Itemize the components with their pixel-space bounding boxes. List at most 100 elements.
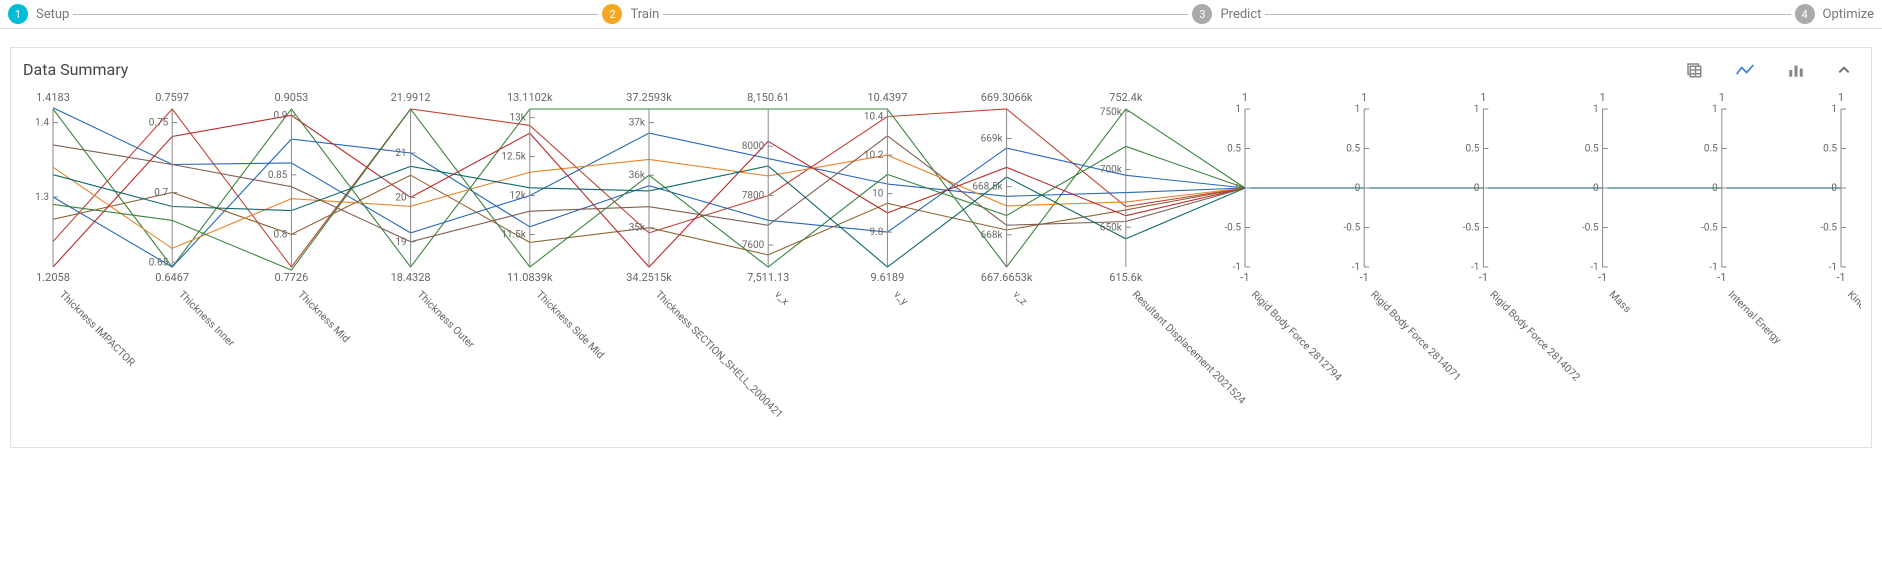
svg-text:667.6653k: 667.6653k xyxy=(981,271,1033,284)
svg-text:21: 21 xyxy=(395,148,406,159)
svg-text:700k: 700k xyxy=(1100,165,1123,176)
svg-text:0: 0 xyxy=(1831,183,1837,194)
svg-text:0.85: 0.85 xyxy=(268,170,288,181)
svg-text:0.5: 0.5 xyxy=(1823,144,1837,155)
svg-text:37.2593k: 37.2593k xyxy=(626,91,672,104)
svg-text:36k: 36k xyxy=(629,170,646,181)
axis-label: v_x xyxy=(772,288,792,308)
svg-text:0.7597: 0.7597 xyxy=(155,91,189,104)
svg-text:-1: -1 xyxy=(1598,271,1607,284)
svg-text:9.6189: 9.6189 xyxy=(870,271,904,284)
step-setup-label: Setup xyxy=(36,7,69,22)
svg-text:34.2515k: 34.2515k xyxy=(626,271,672,284)
svg-text:0.65: 0.65 xyxy=(149,257,169,268)
axis-label: Thickness IMPACTOR xyxy=(57,288,138,369)
svg-text:0.5: 0.5 xyxy=(1704,144,1718,155)
axis-label: Rigid Body Force 2814072 xyxy=(1487,288,1583,384)
svg-text:7,511.13: 7,511.13 xyxy=(747,271,789,284)
stepper-line xyxy=(1265,14,1790,15)
svg-text:0.5: 0.5 xyxy=(1227,144,1241,155)
axis-label: Resultant Displacement 2021524 xyxy=(1130,288,1249,407)
svg-text:669k: 669k xyxy=(981,134,1004,145)
step-setup[interactable]: 1 Setup xyxy=(8,4,69,24)
svg-text:-1: -1 xyxy=(1233,262,1241,273)
svg-text:-1: -1 xyxy=(1709,262,1717,273)
svg-text:8,150.61: 8,150.61 xyxy=(747,91,789,104)
svg-text:1: 1 xyxy=(1355,104,1361,115)
svg-text:-1: -1 xyxy=(1717,271,1726,284)
axis-label: Thickness Outer xyxy=(414,288,477,351)
panel-title: Data Summary xyxy=(23,60,128,79)
svg-text:13k: 13k xyxy=(509,113,526,124)
parallel-coordinates-chart[interactable]: 1.41831.20581.41.3Thickness IMPACTOR0.75… xyxy=(23,87,1859,447)
svg-text:-1: -1 xyxy=(1471,262,1479,273)
svg-text:8000: 8000 xyxy=(742,141,765,152)
step-predict[interactable]: 3 Predict xyxy=(1192,4,1261,24)
workflow-stepper: 1 Setup 2 Train 3 Predict 4 Optimize xyxy=(0,0,1882,29)
svg-text:10: 10 xyxy=(872,189,884,200)
svg-text:-1: -1 xyxy=(1352,262,1360,273)
svg-text:1.4: 1.4 xyxy=(35,118,49,129)
svg-text:12k: 12k xyxy=(509,191,526,202)
svg-text:21.9912: 21.9912 xyxy=(391,91,431,104)
svg-text:19: 19 xyxy=(395,237,406,248)
svg-text:0: 0 xyxy=(1235,183,1241,194)
svg-text:0.5: 0.5 xyxy=(1466,144,1480,155)
svg-text:-1: -1 xyxy=(1240,271,1249,284)
step-train[interactable]: 2 Train xyxy=(602,4,659,24)
stepper-line xyxy=(663,14,1188,15)
svg-text:10.4397: 10.4397 xyxy=(867,91,907,104)
svg-text:-0.5: -0.5 xyxy=(1582,223,1599,234)
svg-text:0: 0 xyxy=(1474,183,1480,194)
svg-text:7600: 7600 xyxy=(742,240,765,251)
svg-text:20: 20 xyxy=(395,192,407,203)
table-icon[interactable] xyxy=(1685,61,1703,79)
svg-text:1: 1 xyxy=(1361,91,1367,104)
svg-text:10.2: 10.2 xyxy=(864,150,884,161)
step-optimize-badge: 4 xyxy=(1795,4,1815,24)
svg-text:-0.5: -0.5 xyxy=(1701,223,1718,234)
step-train-label: Train xyxy=(630,7,659,22)
svg-text:1: 1 xyxy=(1719,91,1725,104)
axis-label: Kinetic Energy xyxy=(1845,288,1861,344)
step-optimize[interactable]: 4 Optimize xyxy=(1795,4,1874,24)
svg-text:10.4: 10.4 xyxy=(864,112,884,123)
svg-text:1: 1 xyxy=(1474,104,1480,115)
svg-text:-0.5: -0.5 xyxy=(1463,223,1480,234)
step-predict-badge: 3 xyxy=(1192,4,1212,24)
svg-text:0.5: 0.5 xyxy=(1585,144,1599,155)
svg-text:0.5: 0.5 xyxy=(1346,144,1360,155)
axis-label: Thickness Side Mid xyxy=(534,288,607,361)
svg-text:7800: 7800 xyxy=(742,191,765,202)
axis-label: Rigid Body Force 2814071 xyxy=(1368,288,1464,384)
line-chart-icon[interactable] xyxy=(1735,61,1755,79)
axis-label: Internal Energy xyxy=(1726,288,1784,346)
svg-text:0: 0 xyxy=(1712,183,1718,194)
svg-text:18.4328: 18.4328 xyxy=(391,271,431,284)
bar-chart-icon[interactable] xyxy=(1787,61,1805,79)
svg-text:1.3: 1.3 xyxy=(35,192,49,203)
collapse-icon[interactable] xyxy=(1837,63,1851,77)
svg-text:0.9: 0.9 xyxy=(274,110,288,121)
svg-text:12.5k: 12.5k xyxy=(501,152,526,163)
svg-text:-0.5: -0.5 xyxy=(1224,223,1241,234)
svg-text:-0.5: -0.5 xyxy=(1820,223,1837,234)
svg-text:13.1102k: 13.1102k xyxy=(507,91,553,104)
svg-text:0.9053: 0.9053 xyxy=(274,91,308,104)
axis-label: Mass xyxy=(1606,288,1633,315)
svg-text:0.6467: 0.6467 xyxy=(155,271,189,284)
svg-text:1: 1 xyxy=(1838,91,1844,104)
axis-label: Rigid Body Force 2812794 xyxy=(1249,288,1345,384)
stepper-line xyxy=(73,14,598,15)
axis-label: v_y xyxy=(891,288,911,308)
svg-text:0.7726: 0.7726 xyxy=(274,271,308,284)
svg-text:-1: -1 xyxy=(1590,262,1598,273)
svg-text:669.3066k: 669.3066k xyxy=(981,91,1033,104)
axis-label: v_z xyxy=(1010,288,1030,308)
svg-text:-1: -1 xyxy=(1360,271,1369,284)
svg-text:-1: -1 xyxy=(1479,271,1488,284)
svg-text:650k: 650k xyxy=(1100,222,1123,233)
svg-text:1.2058: 1.2058 xyxy=(36,271,70,284)
panel-actions xyxy=(1685,61,1859,79)
svg-text:668k: 668k xyxy=(981,230,1004,241)
